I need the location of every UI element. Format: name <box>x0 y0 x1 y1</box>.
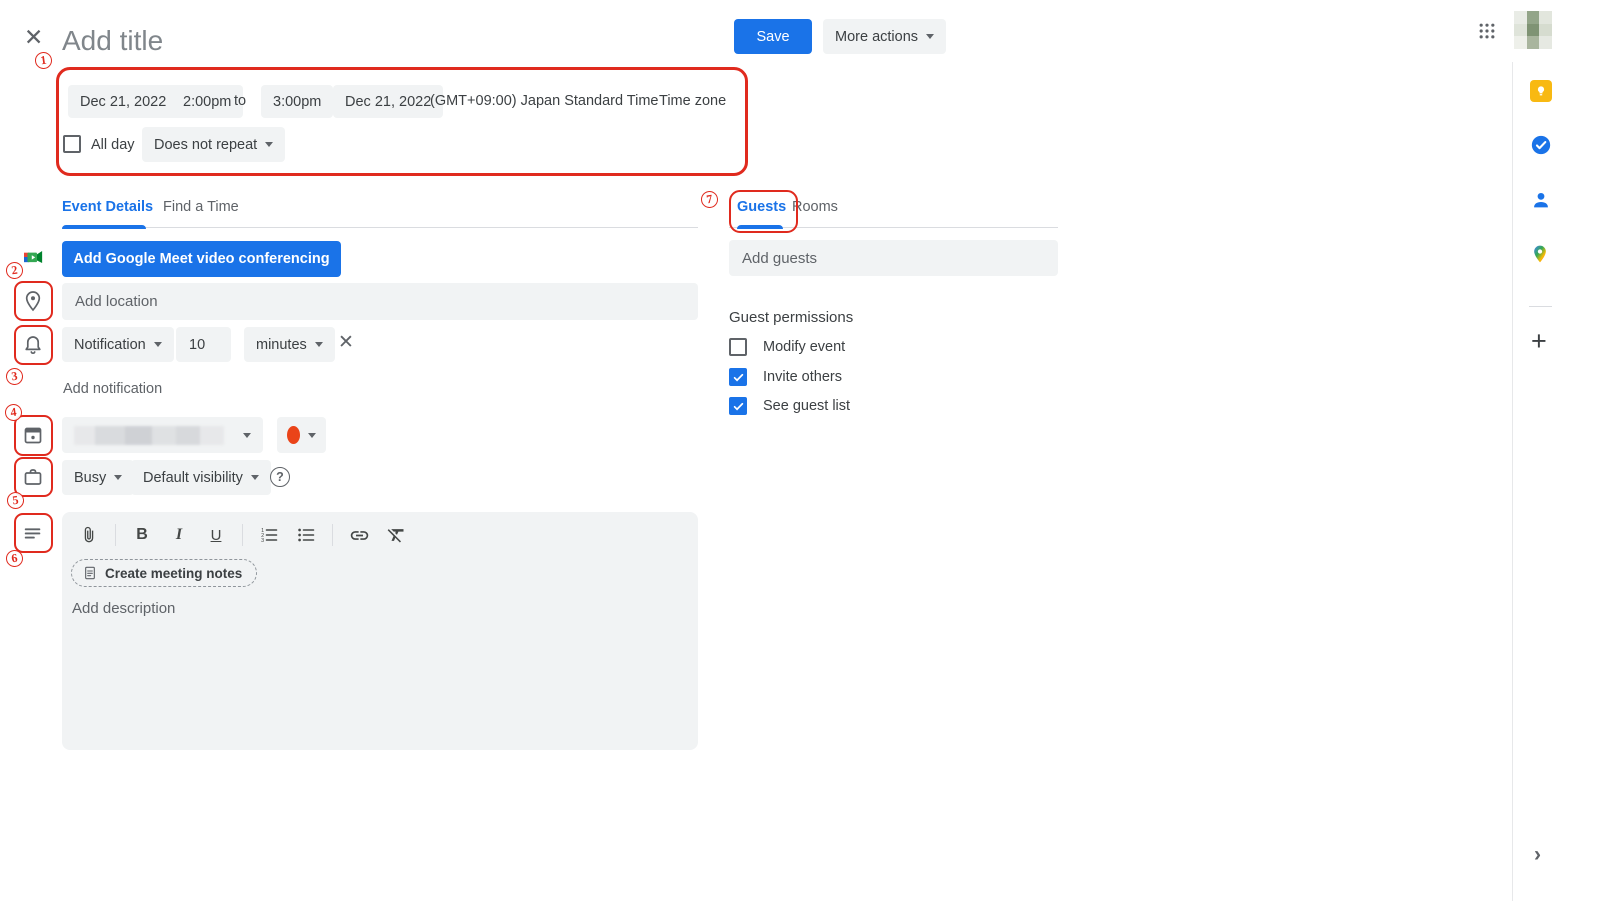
modify-event-checkbox[interactable] <box>729 338 747 356</box>
annotation-2: 2 <box>5 261 24 280</box>
tab-find-a-time[interactable]: Find a Time <box>163 199 239 215</box>
insert-link-icon[interactable] <box>348 523 370 547</box>
end-date-field[interactable]: Dec 21, 2022 <box>333 85 443 118</box>
description-lines-icon <box>22 522 44 549</box>
chevron-down-icon <box>308 433 316 438</box>
calendar-icon <box>21 423 45 452</box>
see-guest-list-label: See guest list <box>763 398 850 414</box>
all-day-label: All day <box>91 137 135 153</box>
apps-grid-icon[interactable] <box>1477 21 1497 46</box>
tab-rooms[interactable]: Rooms <box>792 199 838 215</box>
keep-icon[interactable] <box>1530 80 1552 102</box>
remove-notification-icon[interactable]: ✕ <box>338 333 354 352</box>
toolbar-divider <box>242 524 243 546</box>
invite-others-checkbox[interactable] <box>729 368 747 386</box>
create-meeting-notes-button[interactable]: Create meeting notes <box>71 559 257 587</box>
left-tabs: Event Details Find a Time <box>62 195 698 228</box>
close-icon[interactable]: ✕ <box>24 26 43 49</box>
save-button[interactable]: Save <box>734 19 812 54</box>
annotation-3: 3 <box>5 367 24 386</box>
chevron-down-icon <box>243 433 251 438</box>
chevron-down-icon <box>315 342 323 347</box>
format-toolbar: B I U 1 2 3 <box>78 521 407 549</box>
tab-guests[interactable]: Guests <box>737 199 786 215</box>
google-meet-icon <box>24 249 43 270</box>
visibility-value: Default visibility <box>143 470 243 486</box>
notification-type-dropdown[interactable]: Notification <box>62 327 174 362</box>
modify-event-label: Modify event <box>763 339 845 355</box>
get-add-ons-icon[interactable]: + <box>1531 328 1547 355</box>
annotation-7: 7 <box>700 190 719 209</box>
annotation-4: 4 <box>4 403 23 422</box>
guest-permissions-title: Guest permissions <box>729 309 853 326</box>
active-tab-indicator <box>62 225 146 229</box>
event-color-dropdown[interactable] <box>277 417 326 453</box>
notification-unit-dropdown[interactable]: minutes <box>244 327 335 362</box>
italic-button[interactable]: I <box>168 523 190 547</box>
add-notification-link[interactable]: Add notification <box>63 381 162 397</box>
maps-icon[interactable] <box>1530 243 1552 265</box>
more-actions-label: More actions <box>835 29 918 45</box>
add-guests-input[interactable] <box>729 240 1058 276</box>
toolbar-divider <box>332 524 333 546</box>
timezone-text: (GMT+09:00) Japan Standard Time <box>430 93 659 109</box>
to-label: to <box>234 93 246 109</box>
right-tabs: Guests Rooms <box>729 195 1058 228</box>
side-panel-divider <box>1512 62 1513 901</box>
underline-button[interactable]: U <box>205 523 227 547</box>
annotation-1: 1 <box>34 51 53 70</box>
tab-event-details[interactable]: Event Details <box>62 199 153 215</box>
recurrence-value: Does not repeat <box>154 137 257 153</box>
add-meet-button[interactable]: Add Google Meet video conferencing <box>62 241 341 277</box>
all-day-checkbox[interactable] <box>63 135 81 153</box>
busy-value: Busy <box>74 470 106 486</box>
hide-side-panel-icon[interactable]: › <box>1534 843 1541 867</box>
bell-icon <box>21 333 45 362</box>
briefcase-icon <box>21 465 45 494</box>
notification-value-input[interactable] <box>176 327 231 362</box>
create-meeting-notes-label: Create meeting notes <box>105 566 242 581</box>
annotation-6: 6 <box>5 549 24 568</box>
attachment-icon[interactable] <box>78 523 100 547</box>
chevron-down-icon <box>114 475 122 480</box>
sidebar-divider <box>1529 306 1552 307</box>
timezone-button[interactable]: Time zone <box>659 93 726 109</box>
description-placeholder: Add description <box>72 600 175 617</box>
redacted-calendar-name <box>74 426 224 445</box>
bold-button[interactable]: B <box>131 523 153 547</box>
location-pin-icon <box>21 289 45 318</box>
event-color-swatch <box>287 426 300 444</box>
chevron-down-icon <box>926 34 934 39</box>
end-time-field[interactable]: 3:00pm <box>261 85 333 118</box>
avatar[interactable] <box>1514 11 1552 49</box>
calendar-select-dropdown[interactable] <box>62 417 263 453</box>
event-editor-page: ✕ Save More actions 1 Dec 21, 2022 2:00p… <box>0 0 1600 901</box>
busy-dropdown[interactable]: Busy <box>62 460 134 495</box>
chevron-down-icon <box>251 475 259 480</box>
description-area[interactable]: B I U 1 2 3 <box>62 512 698 750</box>
contacts-icon[interactable] <box>1530 189 1552 211</box>
event-title-input[interactable] <box>62 20 662 62</box>
numbered-list-icon[interactable]: 1 2 3 <box>258 523 280 547</box>
clear-formatting-icon[interactable] <box>385 523 407 547</box>
toolbar-divider <box>115 524 116 546</box>
visibility-dropdown[interactable]: Default visibility <box>131 460 271 495</box>
chevron-down-icon <box>154 342 162 347</box>
chevron-down-icon <box>265 142 273 147</box>
start-date-field[interactable]: Dec 21, 2022 <box>68 85 178 118</box>
active-tab-indicator <box>737 225 783 229</box>
location-input[interactable] <box>62 283 698 320</box>
document-icon <box>82 565 98 581</box>
invite-others-label: Invite others <box>763 369 842 385</box>
svg-text:3: 3 <box>261 538 264 544</box>
more-actions-button[interactable]: More actions <box>823 19 946 54</box>
tasks-icon[interactable] <box>1530 134 1552 156</box>
notification-type-value: Notification <box>74 337 146 353</box>
notification-unit-value: minutes <box>256 337 307 353</box>
see-guest-list-checkbox[interactable] <box>729 397 747 415</box>
recurrence-dropdown[interactable]: Does not repeat <box>142 127 285 162</box>
bulleted-list-icon[interactable] <box>295 523 317 547</box>
start-time-field[interactable]: 2:00pm <box>171 85 243 118</box>
help-icon[interactable]: ? <box>270 467 290 487</box>
